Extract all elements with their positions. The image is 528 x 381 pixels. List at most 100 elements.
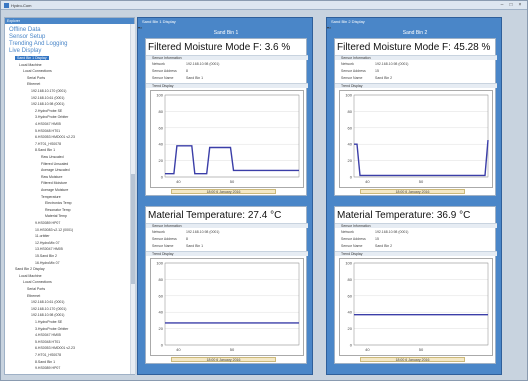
time-scrollbar[interactable]: 18:00 6 January 2016 [171, 189, 276, 194]
tree-node[interactable]: Average Unscaled [41, 168, 70, 172]
tree-node[interactable]: Local Connections [23, 280, 52, 284]
nav-item[interactable]: Sensor Setup [9, 34, 45, 40]
tree-node[interactable]: 192.168.10.170 (0001) [31, 307, 66, 311]
tree-node-label: 192.168.10.61 (0001) [31, 95, 65, 100]
tree-node[interactable]: 192.168.10.61 (0001) [31, 96, 64, 100]
info-value: 8 [186, 237, 188, 241]
trend-line [354, 140, 489, 177]
tree-node-label: Local Machine [19, 273, 42, 278]
trend-svg: 100 80 60 40 20 0 40 50 [156, 93, 300, 184]
tree-node[interactable]: 5.HS0048 HT01 [35, 340, 60, 344]
tree-node-label: 10.HS0083 v2.12 (0001) [35, 227, 74, 232]
tree-node[interactable]: Local Machine [19, 274, 42, 278]
tree-node[interactable]: 7.HT01_HS0078 [35, 142, 61, 146]
x-tick-label: 50 [230, 179, 235, 184]
sensor-info-header[interactable]: Sensor Information [335, 223, 497, 228]
temperature-value: Material Temperature: 27.4 °C [148, 210, 282, 221]
tree-node-label: 192.168.10.170 (0001) [31, 89, 67, 93]
sensor-info-header[interactable]: Sensor Information [146, 223, 308, 228]
nav-item[interactable]: Live Display [9, 48, 41, 54]
tree-node-label: 7.HT01_HS0078 [35, 353, 62, 357]
sensor-info-header[interactable]: Sensor Information [146, 55, 308, 60]
tree-node[interactable]: 3.HydroProbe Orbiter [35, 115, 68, 119]
tree-node[interactable]: 192.168.10.61 (0001) [31, 300, 64, 304]
temperature-value: Material Temperature: 36.9 °C [337, 210, 471, 221]
tree-node[interactable]: Resonator Temp [45, 208, 71, 212]
time-scrollbar[interactable]: 18:00 6 January 2016 [360, 357, 465, 362]
trend-display-header[interactable]: Trend Display [146, 251, 308, 256]
tree-node[interactable]: Average Moisture [41, 188, 68, 192]
tree-node[interactable]: Ethernet [27, 82, 40, 86]
scrollbar-thumb[interactable] [131, 174, 135, 284]
tree-node[interactable]: Ethernet [27, 294, 40, 298]
tree-node[interactable]: 3.HydroProbe Orbiter [35, 327, 68, 331]
tree-node[interactable]: 192.168.10.170 (0001) [31, 89, 66, 93]
tree-node[interactable]: Local Connections [23, 69, 52, 73]
tree-node[interactable]: 13.HS0047 HM05 [35, 247, 63, 251]
nav-item[interactable]: Offline Data [9, 27, 41, 33]
trend-display-header[interactable]: Trend Display [335, 251, 497, 256]
y-tick-label: 60 [348, 293, 353, 298]
tree-node[interactable]: 8.Sand Bin 1 [35, 148, 55, 152]
maximize-button[interactable]: □ [507, 2, 515, 8]
time-scrollbar[interactable]: 18:00 6 January 2016 [171, 357, 276, 362]
info-value: 192.168.10.98 (0001) [375, 62, 409, 66]
tree-node[interactable]: 2.HydroProbe SE [35, 109, 62, 113]
tree-node[interactable]: 11.orbiter [35, 234, 50, 238]
tree-node[interactable]: Serial Ports [27, 287, 45, 291]
nav-item[interactable]: Trending And Logging [9, 41, 68, 47]
tree-node[interactable]: 5.HS0048 HT01 [35, 129, 60, 133]
tree-node[interactable]: 15.Sand Bin 2 [35, 254, 57, 258]
x-tick-label: 50 [419, 179, 424, 184]
tree-node[interactable]: Sand Bin 1 Display [15, 56, 49, 60]
tree-node[interactable]: 1.HydroProbe SE [35, 320, 62, 324]
tree-node[interactable]: Raw Unscaled [41, 155, 64, 159]
tree-node[interactable]: Electronics Temp [45, 201, 72, 205]
close-button[interactable]: × [516, 2, 524, 8]
info-label: Sensor Address [341, 237, 366, 241]
tree-node[interactable]: Filtered Moisture [41, 181, 67, 185]
sensor-info-header[interactable]: Sensor Information [335, 55, 497, 60]
tree-node[interactable]: 8.Sand Bin 1 [35, 360, 55, 364]
y-tick-label: 80 [159, 109, 164, 114]
tree-node[interactable]: 10.HS0083 v2.12 (0001) [35, 228, 73, 232]
y-tick-label: 60 [348, 125, 353, 130]
minimize-button[interactable]: – [498, 2, 506, 8]
y-tick-label: 80 [348, 277, 353, 282]
y-tick-label: 60 [159, 293, 164, 298]
tree-node[interactable]: Raw Moisture [41, 175, 62, 179]
panel-tab[interactable]: Sand Bin 2 Display [327, 18, 501, 25]
tree-node[interactable]: 6.HS0053 HMD001 v2.23 [35, 135, 75, 139]
tree-node-label: 192.168.10.98 (0001) [31, 313, 65, 318]
tree-node[interactable]: Temperature [41, 195, 61, 199]
tree-node[interactable]: Serial Ports [27, 76, 45, 80]
tree-node[interactable]: 9.HS0089 HP07 [35, 366, 60, 370]
tree-node-label: Resonator Temp [45, 207, 71, 212]
tree-node[interactable]: Material Temp [45, 214, 67, 218]
moisture-section: Filtered Moisture Mode F: 3.6 % Sensor In… [145, 38, 308, 196]
tree-node[interactable]: 16.HydroMix 07 [35, 261, 60, 265]
time-scrollbar[interactable]: 18:00 6 January 2016 [360, 189, 465, 194]
info-value: 15 [375, 69, 379, 73]
tree-node-label: Filtered Moisture [41, 181, 68, 186]
panel-tab[interactable]: Sand Bin 1 Display [138, 18, 312, 25]
tree-node[interactable]: 4.HS0047 HM05 [35, 122, 61, 126]
tree-node[interactable]: Local Machine [19, 63, 42, 67]
tree-node[interactable]: 7.HT01_HS0078 [35, 353, 61, 357]
tree-node[interactable]: 9.HS0089 HP07 [35, 221, 60, 225]
explorer-scrollbar[interactable] [130, 24, 135, 374]
tree-node[interactable]: 4.HS0047 HM05 [35, 333, 61, 337]
tree-node[interactable]: 192.168.10.98 (0001) [31, 313, 64, 317]
moisture-value: Filtered Moisture Mode F: 45.28 % [337, 42, 491, 53]
title-bar[interactable]: Hydro-Com – □ × [1, 1, 527, 10]
tree-node[interactable]: 192.168.10.98 (0001) [31, 102, 64, 106]
info-value: 15 [375, 237, 379, 241]
trend-display-header[interactable]: Trend Display [146, 83, 308, 88]
tree-node-label: Raw Moisture [41, 174, 63, 179]
x-tick-label: 40 [365, 347, 370, 352]
tree-node[interactable]: Sand Bin 2 Display [15, 267, 45, 271]
tree-node[interactable]: 12.HydroMix 07 [35, 241, 60, 245]
tree-node[interactable]: 6.HS0053 HMD001 v2.23 [35, 346, 75, 350]
tree-node[interactable]: Filtered Unscaled [41, 162, 68, 166]
trend-display-header[interactable]: Trend Display [335, 83, 497, 88]
